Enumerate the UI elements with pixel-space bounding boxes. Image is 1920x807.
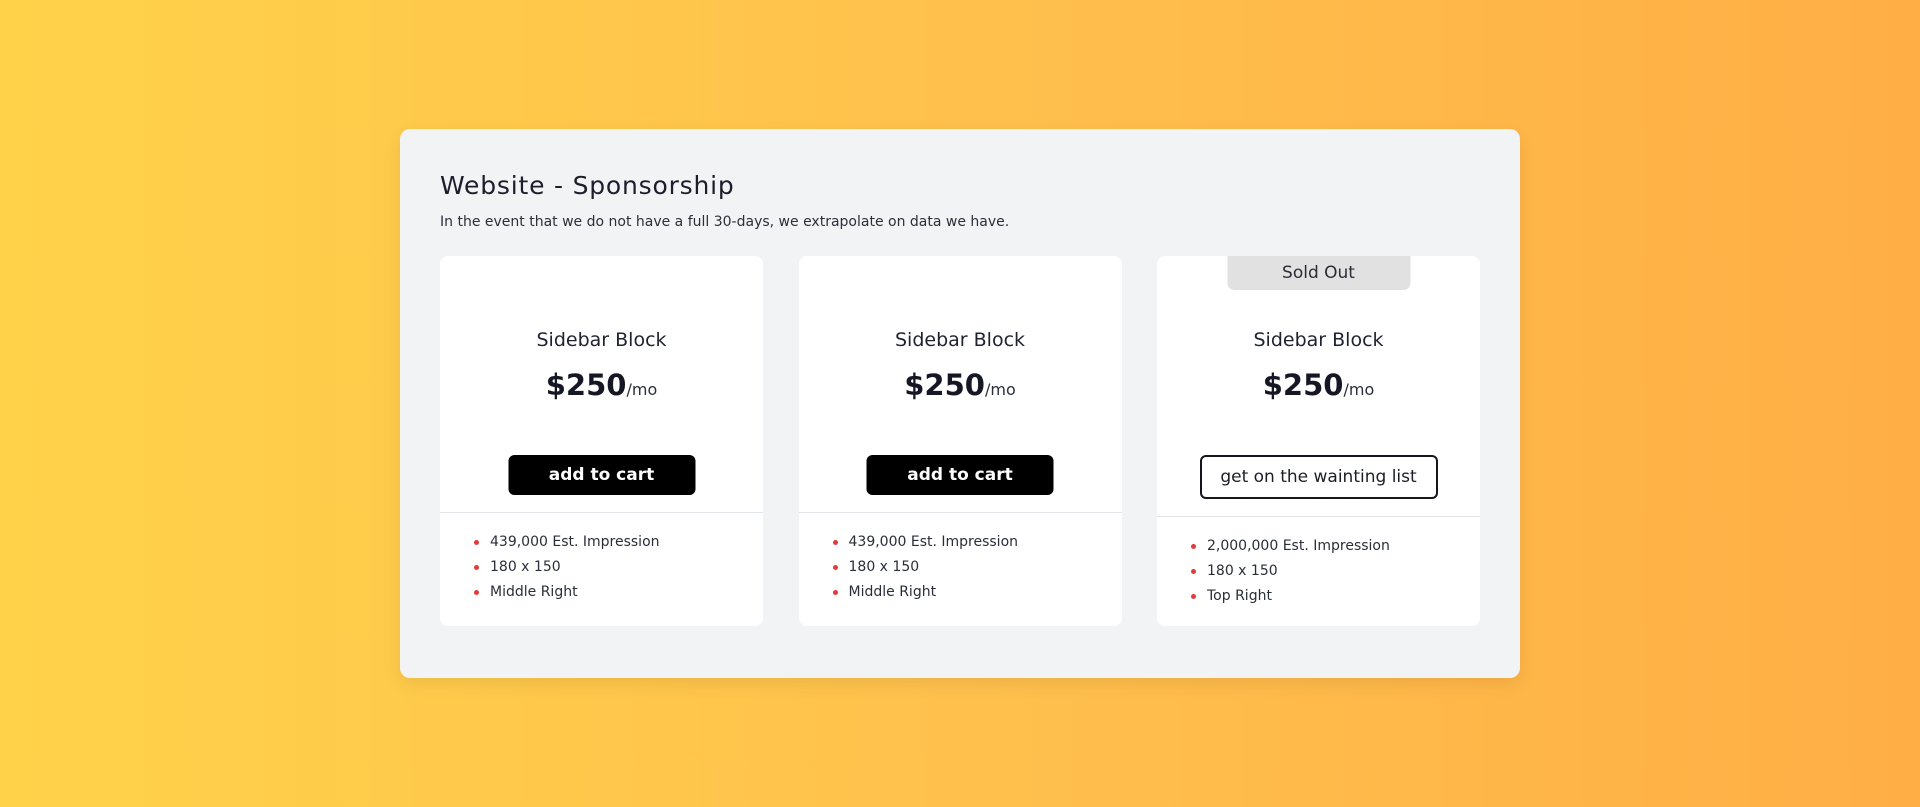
- price-period: /mo: [1343, 380, 1375, 399]
- price-amount: $250: [904, 368, 985, 402]
- pricing-card-3: Sold Out Sidebar Block $250/mo get on th…: [1157, 256, 1480, 626]
- feature-item: 180 x 150: [474, 555, 763, 580]
- card-header: Sidebar Block $250/mo add to cart: [440, 256, 763, 513]
- feature-item: 439,000 Est. Impression: [832, 530, 1122, 555]
- feature-list: 439,000 Est. Impression 180 x 150 Middle…: [440, 513, 763, 605]
- feature-text: 2,000,000 Est. Impression: [1207, 538, 1390, 554]
- card-title: Sidebar Block: [1253, 329, 1384, 351]
- feature-item: Top Right: [1191, 584, 1480, 609]
- feature-item: 180 x 150: [1191, 559, 1480, 584]
- card-price: $250/mo: [1157, 368, 1480, 402]
- card-price: $250/mo: [440, 368, 763, 402]
- page-subtitle: In the event that we do not have a full …: [440, 214, 1010, 230]
- bullet-icon: [1191, 544, 1196, 549]
- bullet-icon: [474, 590, 479, 595]
- card-title: Sidebar Block: [536, 329, 667, 351]
- pricing-card-2: Sidebar Block $250/mo add to cart 439,00…: [798, 256, 1122, 626]
- add-to-cart-button[interactable]: add to cart: [866, 455, 1054, 495]
- waiting-list-button[interactable]: get on the wainting list: [1199, 455, 1438, 499]
- feature-text: 180 x 150: [490, 559, 561, 575]
- card-title: Sidebar Block: [894, 329, 1026, 351]
- card-price: $250/mo: [799, 368, 1122, 402]
- feature-item: 439,000 Est. Impression: [474, 530, 763, 555]
- pricing-cards: Sidebar Block $250/mo add to cart 439,00…: [440, 256, 1480, 626]
- bullet-icon: [832, 565, 838, 570]
- feature-text: 439,000 Est. Impression: [490, 534, 660, 550]
- add-to-cart-button[interactable]: add to cart: [508, 455, 695, 495]
- feature-text: 180 x 150: [848, 559, 920, 575]
- feature-text: 180 x 150: [1207, 563, 1278, 579]
- card-header: Sold Out Sidebar Block $250/mo get on th…: [1157, 256, 1480, 517]
- price-period: /mo: [626, 380, 658, 399]
- card-header: Sidebar Block $250/mo add to cart: [798, 256, 1122, 513]
- page-title: Website - Sponsorship: [440, 171, 735, 200]
- feature-text: Top Right: [1207, 588, 1272, 604]
- pricing-card-1: Sidebar Block $250/mo add to cart 439,00…: [440, 256, 763, 626]
- bullet-icon: [832, 540, 838, 545]
- feature-list: 2,000,000 Est. Impression 180 x 150 Top …: [1157, 517, 1480, 609]
- price-amount: $250: [545, 368, 627, 402]
- sold-out-badge: Sold Out: [1227, 256, 1410, 290]
- bullet-icon: [474, 540, 479, 545]
- feature-text: Middle Right: [848, 584, 937, 600]
- feature-text: 439,000 Est. Impression: [848, 534, 1019, 550]
- bullet-icon: [1191, 594, 1196, 599]
- bullet-icon: [832, 590, 838, 595]
- feature-item: Middle Right: [474, 580, 763, 605]
- bullet-icon: [474, 565, 479, 570]
- feature-item: 2,000,000 Est. Impression: [1191, 534, 1480, 559]
- feature-item: Middle Right: [832, 580, 1122, 605]
- bullet-icon: [1191, 569, 1196, 574]
- price-period: /mo: [984, 380, 1016, 399]
- feature-text: Middle Right: [490, 584, 578, 600]
- sponsorship-panel: Website - Sponsorship In the event that …: [400, 129, 1520, 678]
- feature-item: 180 x 150: [832, 555, 1122, 580]
- price-amount: $250: [1262, 368, 1344, 402]
- feature-list: 439,000 Est. Impression 180 x 150 Middle…: [799, 513, 1122, 605]
